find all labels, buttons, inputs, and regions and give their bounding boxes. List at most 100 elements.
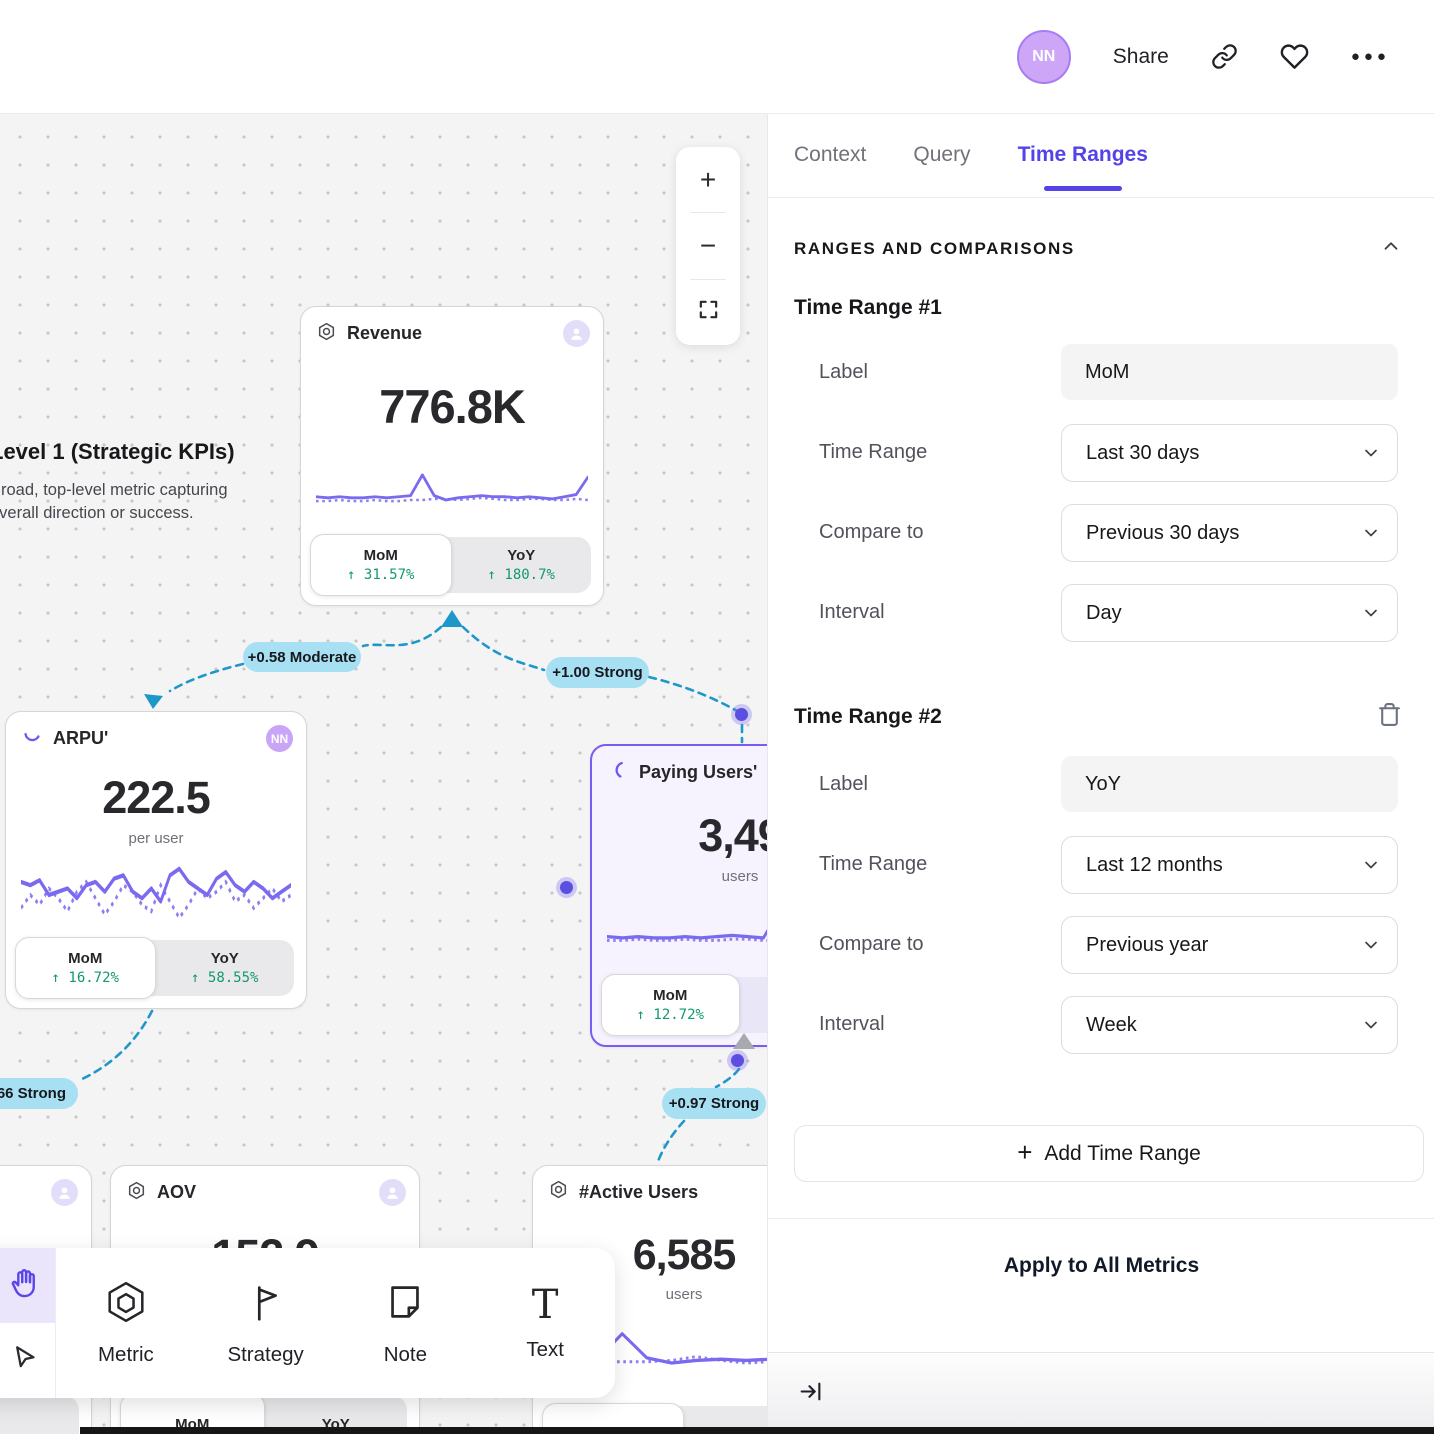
connector-handle-dot[interactable] — [735, 708, 748, 721]
share-button[interactable]: Share — [1113, 45, 1169, 69]
divider — [690, 279, 726, 280]
note-tool-button[interactable]: Note — [336, 1248, 476, 1398]
toggle-yoy[interactable]: YoY ↑ 58.55% — [156, 940, 295, 996]
panel-footer — [768, 1352, 1434, 1434]
collapse-panel-button[interactable] — [798, 1379, 823, 1409]
zoom-in-button[interactable]: + — [700, 166, 716, 194]
group-description: Broad, top-level metric capturing overal… — [0, 479, 235, 525]
correlation-badge-revenue-arpu[interactable]: +0.58 Moderate — [243, 642, 361, 672]
metric-value: 222.5 — [6, 772, 306, 824]
timerange-toggle: MoM ↑ 16.72% YoY ↑ 58.55% — [18, 940, 294, 996]
field-label: Time Range — [794, 853, 1061, 876]
copy-link-button[interactable] — [1211, 43, 1238, 70]
top-bar: NN Share ●●● — [0, 0, 1434, 114]
hand-icon — [6, 1265, 42, 1306]
mom-change-value: ↑ 16.72% — [52, 970, 119, 986]
field-label: Compare to — [794, 933, 1061, 956]
collapse-section-button[interactable] — [1380, 235, 1402, 262]
sparkline-chart — [607, 901, 767, 957]
toggle-yoy[interactable]: YoY — [740, 977, 768, 1033]
fit-view-button[interactable] — [697, 298, 720, 326]
trash-icon — [1377, 702, 1402, 727]
metric-tool-button[interactable]: Metric — [56, 1248, 196, 1398]
level1-group-label: Level 1 (Strategic KPIs) Broad, top-leve… — [0, 439, 235, 525]
favorite-button[interactable] — [1280, 42, 1309, 71]
chevron-down-icon — [1361, 443, 1381, 463]
field-label: Compare to — [794, 521, 1061, 544]
mom-change-value: ↑ 12.72% — [637, 1007, 704, 1023]
correlation-badge-revenue-paying[interactable]: +1.00 Strong — [546, 657, 649, 688]
interval-select[interactable]: Week — [1061, 996, 1398, 1054]
card-title: AOV — [157, 1182, 369, 1203]
interval-select[interactable]: Day — [1061, 584, 1398, 642]
canvas-toolbar: Metric Strategy Note T Text — [0, 1248, 615, 1398]
metric-card-arpu[interactable]: ARPU' NN 222.5 per user MoM ↑ 16.72% YoY… — [5, 711, 307, 1009]
correlation-badge-arpu-left[interactable]: 66 Strong — [0, 1078, 78, 1109]
tab-context[interactable]: Context — [794, 115, 866, 195]
select-tool-button[interactable] — [0, 1323, 55, 1398]
toggle-yoy[interactable]: YoY ↑ 180.7% — [452, 537, 592, 593]
owner-avatar-icon — [379, 1179, 406, 1206]
toggle-mom[interactable]: MoM ↑ 12.72% — [601, 974, 740, 1036]
connector-handle-dot[interactable] — [560, 881, 573, 894]
collapse-panel-icon — [798, 1379, 823, 1404]
flag-icon — [243, 1279, 289, 1330]
metric-card-revenue[interactable]: Revenue 776.8K MoM ↑ 31.57% YoY ↑ 180.7% — [300, 306, 604, 606]
toggle-mom[interactable]: MoM ↑ 16.72% — [15, 937, 156, 999]
toggle-mom[interactable]: MoM ↑ 31.57% — [310, 534, 452, 596]
loading-arc-icon — [21, 725, 43, 752]
correlation-badge-paying-active[interactable]: +0.97 Strong — [662, 1088, 766, 1119]
metric-hexagon-icon — [103, 1279, 149, 1330]
compare-to-select[interactable]: Previous year — [1061, 916, 1398, 974]
strategy-tool-button[interactable]: Strategy — [196, 1248, 336, 1398]
metric-hexagon-icon — [316, 321, 337, 347]
add-time-range-button[interactable]: + Add Time Range — [794, 1125, 1424, 1182]
settings-panel: Context Query Time Ranges RANGES AND COM… — [767, 113, 1434, 1434]
connector-handle-dot[interactable] — [731, 1054, 744, 1067]
zoom-out-button[interactable]: − — [700, 232, 716, 260]
tab-time-ranges[interactable]: Time Ranges — [1018, 115, 1148, 195]
tab-query[interactable]: Query — [913, 115, 970, 195]
divider — [690, 212, 726, 213]
loading-arc-icon — [607, 759, 629, 786]
metric-unit: per user — [6, 830, 306, 847]
heart-icon — [1280, 42, 1309, 71]
toggle-yoy[interactable] — [0, 1396, 79, 1434]
chevron-down-icon — [1361, 523, 1381, 543]
text-tool-icon: T — [532, 1285, 559, 1325]
card-title: Paying Users' — [639, 762, 767, 783]
time-range-select[interactable]: Last 12 months — [1061, 836, 1398, 894]
chevron-down-icon — [1361, 855, 1381, 875]
link-icon — [1211, 43, 1238, 70]
chevron-up-icon — [1380, 235, 1402, 257]
collaborator-badge: NN — [266, 725, 293, 752]
chevron-down-icon — [1361, 603, 1381, 623]
sparkline-chart — [21, 859, 291, 931]
timerange-toggle: MoM ↑ 12.72% YoY — [604, 977, 767, 1033]
plus-icon: + — [1017, 1137, 1032, 1168]
apply-all-metrics-button[interactable]: Apply to All Metrics — [768, 1219, 1434, 1312]
cursor-icon — [8, 1341, 42, 1380]
metric-hexagon-icon — [126, 1180, 147, 1206]
panel-tabs: Context Query Time Ranges — [768, 113, 1434, 198]
section-header: RANGES AND COMPARISONS — [794, 239, 1075, 259]
chevron-down-icon — [1361, 935, 1381, 955]
metric-unit: users — [592, 868, 767, 885]
field-label: Time Range — [794, 441, 1061, 464]
label-input[interactable]: MoM — [1061, 344, 1398, 400]
user-avatar[interactable]: NN — [1017, 30, 1071, 84]
time-range-select[interactable]: Last 30 days — [1061, 424, 1398, 482]
field-label: Interval — [794, 601, 1061, 624]
more-options-button[interactable]: ●●● — [1351, 48, 1390, 65]
hand-tool-button[interactable] — [0, 1248, 55, 1323]
pointer-tools — [0, 1248, 56, 1398]
owner-avatar-icon — [563, 320, 590, 347]
metric-card-paying-users[interactable]: Paying Users' 3,49 users MoM ↑ 12.72% Yo… — [590, 744, 767, 1047]
delete-time-range-button[interactable] — [1377, 702, 1402, 732]
metric-tree-canvas[interactable]: Level 1 (Strategic KPIs) Broad, top-leve… — [0, 113, 767, 1434]
text-tool-button[interactable]: T Text — [475, 1248, 615, 1398]
card-title: ARPU' — [53, 728, 256, 749]
compare-to-select[interactable]: Previous 30 days — [1061, 504, 1398, 562]
timerange-toggle: MoM ↑ 31.57% YoY ↑ 180.7% — [313, 537, 591, 593]
label-input[interactable]: YoY — [1061, 756, 1398, 812]
